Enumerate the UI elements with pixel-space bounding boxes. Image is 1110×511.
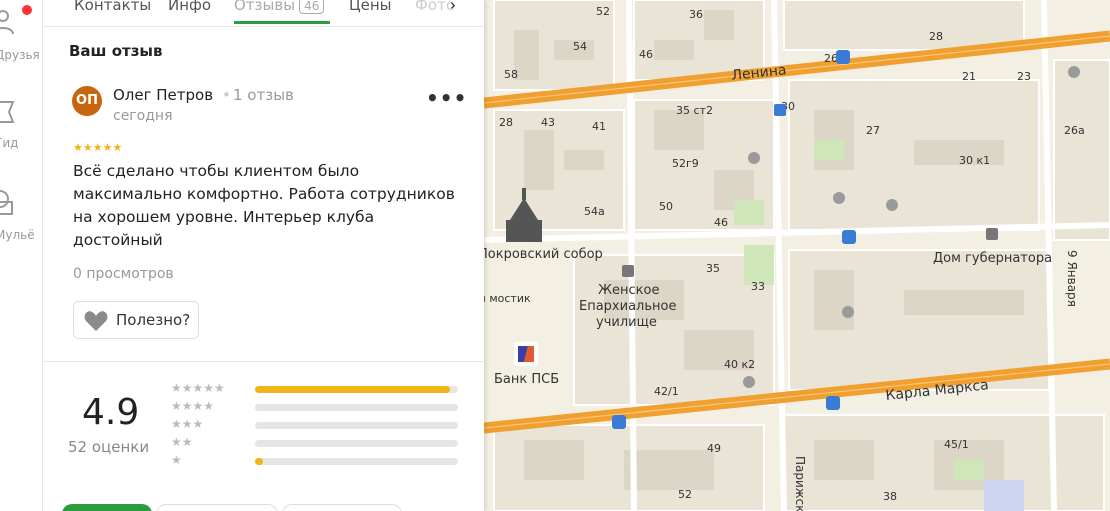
rating-row-track [255,458,458,465]
review-views: 0 просмотров [73,266,174,282]
rating-row-fill [255,386,450,393]
svg-text:52: 52 [596,5,610,18]
shapes-icon [0,190,13,215]
svg-text:58: 58 [504,68,518,81]
secondary-button[interactable] [156,504,278,511]
rating-row-stars: ★★ [171,435,193,449]
bridge-poi[interactable]: Каменный мостик [484,292,531,305]
author-separator: • [222,86,231,104]
svg-text:46: 46 [714,216,728,229]
svg-text:42/1: 42/1 [654,385,679,398]
svg-text:54а: 54а [584,205,605,218]
svg-text:28: 28 [499,116,513,129]
rating-row-track [255,440,458,447]
left-rail: Друзья Гид Мульё [0,0,43,511]
friends-icon [0,10,14,35]
author-review-count: 1 отзыв [233,86,294,104]
svg-text:33: 33 [751,280,765,293]
svg-text:26: 26 [824,52,838,65]
org-panel: Контакты Инфо Отзывы 46 Цены Фото › Ваш о… [42,0,484,511]
svg-text:52: 52 [678,488,692,501]
rail-label-friends: Друзья [0,48,40,62]
rail-label-guide: Гид [0,136,19,150]
rating-count: 52 оценки [68,438,150,456]
tab-reviews-label: Отзывы [234,0,296,14]
svg-text:30 к1: 30 к1 [959,154,990,167]
rail-label-more: Мульё [0,228,35,242]
review-stars: ★★★★★ [73,141,123,154]
tab-bar: Контакты Инфо Отзывы 46 Цены Фото › [42,0,484,27]
svg-text:27: 27 [866,124,880,137]
rating-row-stars: ★ [171,453,182,467]
governor-label: Дом губернатора [933,251,1052,266]
rating-row-stars: ★★★★ [171,399,215,413]
svg-text:49: 49 [707,442,721,455]
svg-text:41: 41 [592,120,606,133]
svg-text:36: 36 [689,8,703,21]
svg-text:21: 21 [962,70,976,83]
useful-button[interactable]: Полезно? [73,301,199,339]
tab-info[interactable]: Инфо [168,0,211,14]
street-label-9-yanvarya: 9 Января [1065,250,1079,307]
avatar[interactable]: ОП [72,86,102,116]
tab-photos[interactable]: Фото [415,0,455,14]
tab-reviews-count: 46 [299,0,325,14]
rating-row-track [255,422,458,429]
svg-text:43: 43 [541,116,555,129]
review-author[interactable]: Олег Петров [113,86,213,104]
heart-icon [84,311,108,331]
svg-text:46: 46 [639,48,653,61]
svg-text:40 к2: 40 к2 [724,358,755,371]
write-review-button[interactable] [62,504,152,511]
svg-text:26а: 26а [1064,124,1085,137]
svg-text:54: 54 [573,40,587,53]
tab-reviews[interactable]: Отзывы 46 [234,0,325,14]
cathedral-label: Покровский собор [484,247,603,262]
review-date: сегодня [113,108,173,124]
svg-text:23: 23 [1017,70,1031,83]
useful-label: Полезно? [116,311,191,329]
rating-row-stars: ★★★★★ [171,381,225,395]
divider [42,361,484,362]
rating-row-track [255,386,458,393]
review-text: Всё сделано чтобы клиентом было максимал… [73,162,455,249]
guide-icon [0,101,15,123]
section-title: Ваш отзыв [69,42,163,60]
tab-prices[interactable]: Цены [349,0,392,14]
tab-contacts[interactable]: Контакты [74,0,151,14]
rating-value: 4.9 [82,392,140,433]
svg-text:28: 28 [929,30,943,43]
svg-text:35: 35 [706,262,720,275]
svg-text:45/1: 45/1 [944,438,969,451]
svg-text:35 ст2: 35 ст2 [676,104,713,117]
map[interactable]: Ленина Карла Маркса 9 Января Парижской 5… [484,0,1110,511]
bank-label: Банк ПСБ [494,372,559,387]
street-label-parizhskoy: Парижской [793,456,807,511]
bridge-label: Каменный мостик [484,292,531,305]
active-tab-indicator [234,21,330,24]
notification-dot [22,5,32,15]
tertiary-button[interactable] [282,504,402,511]
tabs-next-icon[interactable]: › [450,0,456,14]
more-options-icon[interactable]: ••• [426,86,467,110]
svg-text:38: 38 [883,490,897,503]
svg-text:50: 50 [659,200,673,213]
svg-text:52г9: 52г9 [672,157,699,170]
rating-row-fill [255,458,264,465]
rating-row-track [255,404,458,411]
rating-row-stars: ★★★ [171,417,204,431]
